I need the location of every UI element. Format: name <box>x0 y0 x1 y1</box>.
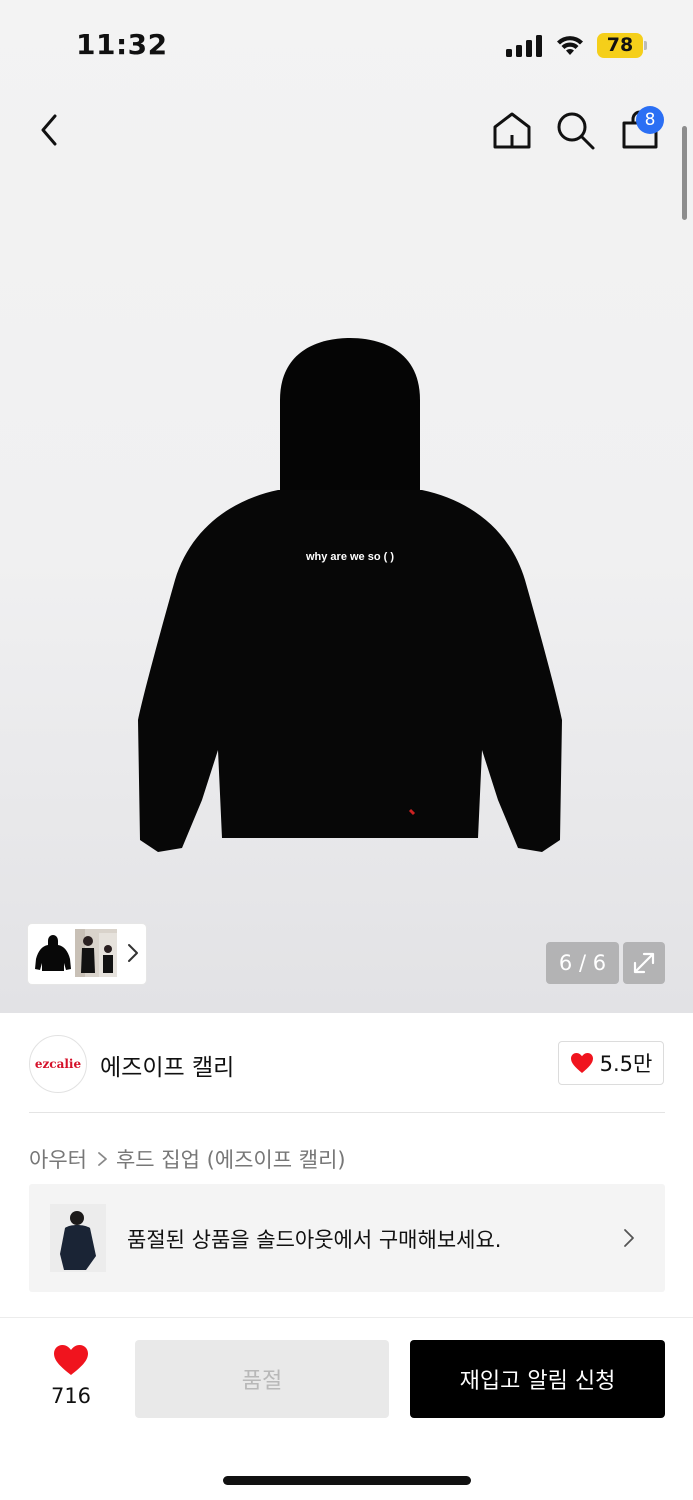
image-counter: 6 / 6 <box>546 942 619 984</box>
soldout-banner-text: 품절된 상품을 솔드아웃에서 구매해보세요. <box>127 1228 502 1252</box>
heart-icon <box>54 1345 88 1375</box>
back-button[interactable] <box>26 106 74 154</box>
expand-icon <box>633 952 655 974</box>
soldout-button[interactable]: 품절 <box>135 1340 389 1418</box>
chevron-right-icon <box>98 1152 107 1166</box>
brand-like-count: 5.5만 <box>599 1052 653 1076</box>
restock-alert-button[interactable]: 재입고 알림 신청 <box>410 1340 665 1418</box>
thumbnail-strip[interactable] <box>28 924 146 984</box>
scrollbar[interactable] <box>682 126 687 220</box>
breadcrumb-category[interactable]: 아우터 <box>29 1144 87 1174</box>
cart-count-badge: 8 <box>636 106 664 134</box>
hoodie-print-text: why are we so ( ) <box>305 551 394 563</box>
brand-logo[interactable]: ezcalie <box>29 1035 87 1093</box>
home-indicator <box>223 1476 471 1485</box>
thumbnail-hoodie[interactable] <box>33 929 73 977</box>
wishlist-button[interactable]: 716 <box>46 1344 96 1408</box>
bottom-bar-divider <box>0 1317 693 1318</box>
status-time: 11:32 <box>76 28 168 61</box>
brand-like-button[interactable]: 5.5만 <box>558 1041 664 1085</box>
chevron-right-icon <box>624 1229 634 1247</box>
divider <box>29 1112 665 1113</box>
product-hoodie-image[interactable]: why are we so ( ) <box>120 330 580 870</box>
battery-level: 78 <box>597 33 643 58</box>
expand-button[interactable] <box>623 942 665 984</box>
breadcrumb-subcategory[interactable]: 후드 집업 (에즈이프 캘리) <box>116 1144 346 1174</box>
brand-name[interactable]: 에즈이프 캘리 <box>100 1048 234 1082</box>
breadcrumb: 아우터 후드 집업 (에즈이프 캘리) <box>29 1144 346 1174</box>
battery-tip <box>644 41 647 50</box>
thumbnail-model[interactable] <box>75 929 117 977</box>
cellular-signal-icon <box>506 35 542 57</box>
search-button[interactable] <box>551 106 599 154</box>
search-icon <box>557 112 595 150</box>
heart-icon <box>570 1053 593 1073</box>
wishlist-count: 716 <box>50 1384 92 1408</box>
home-icon <box>493 112 531 149</box>
chevron-right-icon[interactable] <box>126 942 140 964</box>
back-icon <box>41 114 57 146</box>
home-button[interactable] <box>488 106 536 154</box>
brand-logo-text: ezcalie <box>34 1057 82 1071</box>
wifi-icon <box>557 36 583 55</box>
soldout-banner[interactable]: 품절된 상품을 솔드아웃에서 구매해보세요. <box>29 1184 665 1292</box>
soldout-banner-image <box>50 1204 106 1272</box>
